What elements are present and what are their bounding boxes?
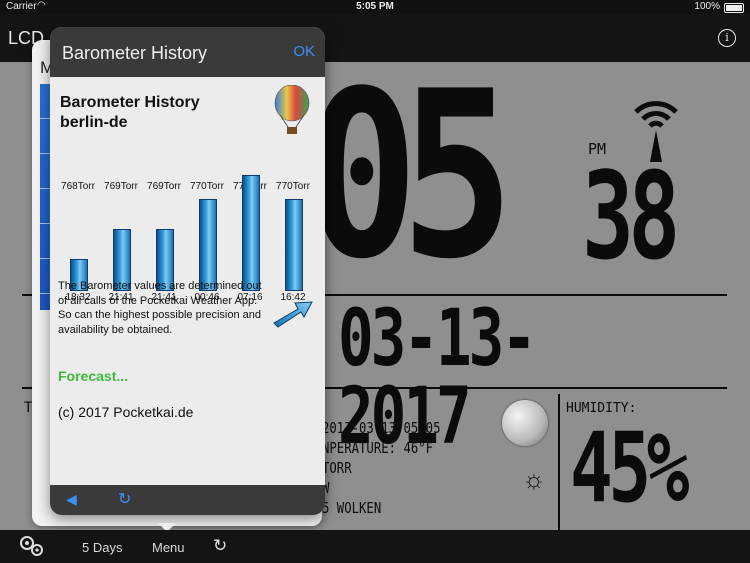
five-days-button[interactable]: 5 Days xyxy=(82,540,122,555)
info-line: NPERATURE: 46°F xyxy=(322,439,434,457)
bar-value-label: 770Torr xyxy=(276,181,310,192)
barometer-bar xyxy=(285,199,303,291)
content-title: Barometer History berlin-de xyxy=(60,93,200,133)
reload-icon[interactable]: ↻ xyxy=(118,489,131,509)
battery-icon xyxy=(724,3,744,13)
humidity-divider xyxy=(558,394,560,530)
menu-button[interactable]: Menu xyxy=(152,540,185,555)
barometer-bar xyxy=(199,199,217,291)
battery-percent: 100% xyxy=(694,1,720,12)
bar-value-label: 769Torr xyxy=(104,181,138,192)
sun-icon: ☼ xyxy=(522,464,546,494)
description-text: The Barometer values are determined out … xyxy=(58,280,262,336)
bar-value-label: 768Torr xyxy=(61,181,95,192)
arrow-icon[interactable] xyxy=(272,299,314,329)
forecast-link[interactable]: Forecast... xyxy=(58,368,128,384)
info-line: 2017-03-13 05:05 xyxy=(322,419,441,437)
info-line: W xyxy=(322,479,330,497)
gears-icon[interactable] xyxy=(17,534,47,558)
info-line: 5 WOLKEN xyxy=(322,499,382,517)
weather-info-lines: 2017-03-13 05:05 NPERATURE: 46°F TORR W … xyxy=(322,418,440,518)
bar-value-label: 770Torr xyxy=(190,181,224,192)
popover-toolbar: ◀ ↻ xyxy=(50,485,325,515)
content-subtitle: berlin-de xyxy=(60,114,128,131)
big-time-digits: 05 xyxy=(305,43,514,310)
popover-content: Barometer History berlin-de 768Torr 18:32… xyxy=(50,77,325,485)
status-time: 5:05 PM xyxy=(356,1,394,12)
content-title-line: Barometer History xyxy=(60,94,200,111)
ok-button[interactable]: OK xyxy=(293,43,315,60)
barometer-bar xyxy=(242,175,260,291)
status-bar: Carrier ◠ 5:05 PM 100% xyxy=(0,0,750,14)
humidity-value: 45% xyxy=(570,412,689,524)
back-arrow-icon[interactable]: ◀ xyxy=(66,491,77,508)
refresh-icon[interactable]: ↻ xyxy=(213,536,227,556)
seconds-digits: 38 xyxy=(582,148,680,287)
copyright-text: (c) 2017 Pocketkai.de xyxy=(58,404,194,420)
bar-value-label: 769Torr xyxy=(147,181,181,192)
popover-header: Barometer History OK xyxy=(50,27,325,77)
moon-icon xyxy=(502,400,548,446)
info-icon[interactable]: i xyxy=(718,29,736,47)
menu-panel-list-edge[interactable] xyxy=(40,84,50,310)
barometer-popover: Barometer History OK Barometer History b… xyxy=(50,27,325,515)
hot-air-balloon-icon xyxy=(274,85,310,134)
bottom-toolbar: 5 Days Menu ↻ xyxy=(0,530,750,563)
info-line: TORR xyxy=(322,459,352,477)
popover-title: Barometer History xyxy=(62,43,208,63)
